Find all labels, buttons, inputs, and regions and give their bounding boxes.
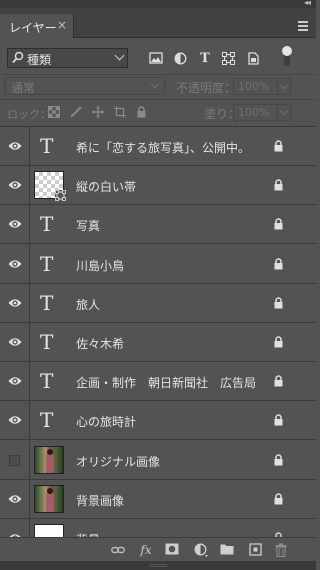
text-layer-icon: T bbox=[40, 291, 54, 315]
lock-label: ロック： bbox=[7, 108, 51, 121]
layer-name[interactable]: 旅人 bbox=[76, 296, 100, 313]
blend-mode-value: 通常 bbox=[11, 81, 36, 95]
lock-icon[interactable] bbox=[273, 258, 284, 270]
fill-value: 100% bbox=[238, 106, 270, 119]
layer-name[interactable]: オリジナル画像 bbox=[76, 453, 160, 470]
lock-icon[interactable] bbox=[273, 297, 284, 309]
layer-row[interactable]: オリジナル画像 bbox=[0, 441, 316, 480]
chevron-down-icon bbox=[114, 50, 125, 61]
new-group-icon[interactable] bbox=[220, 543, 234, 557]
lock-icon[interactable] bbox=[273, 179, 284, 191]
layer-row[interactable]: T 川島小鳥 bbox=[0, 245, 316, 284]
text-layer-icon: T bbox=[40, 252, 54, 276]
lock-artboard-icon[interactable] bbox=[114, 106, 126, 118]
fx-icon[interactable]: fx bbox=[139, 543, 153, 557]
eye-icon[interactable] bbox=[0, 205, 30, 243]
layer-row[interactable]: 縦の白い帯 bbox=[0, 166, 316, 205]
visibility-toggle[interactable] bbox=[0, 441, 30, 479]
collapse-panels-icon[interactable]: ◂◂ bbox=[304, 0, 311, 7]
search-icon bbox=[12, 51, 24, 67]
eye-icon[interactable] bbox=[0, 245, 30, 283]
lock-icon[interactable] bbox=[273, 414, 284, 426]
opacity-field[interactable]: 100% bbox=[233, 78, 291, 95]
filter-kind-value: 種類 bbox=[27, 53, 52, 67]
layers-list: T 希に「恋する旅写真」、公開中。 縦の白い帯 T 写真 T 川島小鳥 T 旅人 T 佐々木希 T 企画… bbox=[0, 126, 316, 558]
filter-toggle-switch[interactable] bbox=[282, 46, 292, 68]
opacity-label: 不透明度： bbox=[176, 81, 237, 95]
lock-icon[interactable] bbox=[273, 493, 284, 505]
visibility-off-box bbox=[9, 455, 20, 466]
tab-layers[interactable]: レイヤー × bbox=[0, 14, 74, 38]
text-layer-icon: T bbox=[40, 212, 54, 236]
lock-position-icon[interactable] bbox=[92, 106, 104, 118]
panel-menu-icon[interactable] bbox=[298, 21, 308, 33]
shape-layer-icon bbox=[55, 190, 66, 201]
adjustment-filter-icon[interactable] bbox=[174, 52, 188, 65]
new-layer-icon[interactable] bbox=[248, 543, 262, 557]
text-layer-icon: T bbox=[40, 369, 54, 393]
shape-filter-icon[interactable] bbox=[222, 52, 236, 65]
eye-icon[interactable] bbox=[0, 362, 30, 400]
text-layer-icon: T bbox=[40, 408, 54, 432]
layer-name[interactable]: 川島小鳥 bbox=[76, 257, 124, 274]
lock-icon[interactable] bbox=[273, 140, 284, 152]
layer-thumbnail bbox=[34, 485, 64, 513]
text-layer-icon: T bbox=[40, 134, 54, 158]
layer-name[interactable]: 佐々木希 bbox=[76, 335, 124, 352]
lock-icon[interactable] bbox=[273, 336, 284, 348]
eye-icon[interactable] bbox=[0, 284, 30, 322]
type-filter-icon[interactable]: T bbox=[198, 52, 212, 65]
chevron-down-icon[interactable] bbox=[277, 79, 290, 94]
lock-all-icon[interactable] bbox=[136, 106, 148, 118]
text-layer-icon: T bbox=[40, 330, 54, 354]
lock-transparent-pixels-icon[interactable] bbox=[48, 106, 60, 118]
layer-row[interactable]: T 旅人 bbox=[0, 284, 316, 323]
layer-row[interactable]: T 企画・制作 朝日新聞社 広告局 bbox=[0, 362, 316, 401]
lock-icon[interactable] bbox=[273, 218, 284, 230]
layer-row[interactable]: T 心の旅時計 bbox=[0, 401, 316, 440]
adjustment-layer-icon[interactable] bbox=[194, 543, 208, 557]
filter-kind-select[interactable]: 種類 bbox=[7, 48, 128, 68]
layer-row[interactable]: T 佐々木希 bbox=[0, 323, 316, 362]
layer-row[interactable]: 背景画像 bbox=[0, 480, 316, 519]
link-layers-icon[interactable] bbox=[111, 543, 125, 557]
layer-filter-row: 種類 T bbox=[0, 38, 316, 74]
add-mask-icon[interactable] bbox=[165, 543, 179, 557]
toggle-knob bbox=[282, 46, 292, 56]
layer-name[interactable]: 心の旅時計 bbox=[76, 413, 136, 430]
layer-name[interactable]: 希に「恋する旅写真」、公開中。 bbox=[76, 139, 250, 156]
resize-grip[interactable] bbox=[149, 564, 167, 567]
smart-object-filter-icon[interactable] bbox=[247, 52, 261, 65]
layer-row[interactable]: T 写真 bbox=[0, 205, 316, 244]
eye-icon[interactable] bbox=[0, 401, 30, 439]
lock-row: ロック： 塗り： 100% bbox=[0, 100, 316, 126]
chevron-down-icon[interactable] bbox=[277, 105, 290, 120]
tab-close-icon[interactable]: × bbox=[57, 18, 67, 32]
opacity-value: 100% bbox=[238, 80, 270, 93]
panel-bottom-strip bbox=[0, 561, 316, 570]
delete-layer-icon[interactable] bbox=[274, 543, 288, 558]
layer-name[interactable]: 縦の白い帯 bbox=[76, 178, 136, 195]
fill-field[interactable]: 100% bbox=[233, 104, 291, 121]
lock-image-pixels-icon[interactable] bbox=[70, 106, 82, 118]
eye-icon[interactable] bbox=[0, 127, 30, 165]
layers-footer-toolbar: fx bbox=[0, 537, 316, 561]
layer-name[interactable]: 背景画像 bbox=[76, 492, 124, 509]
lock-icon[interactable] bbox=[273, 454, 284, 466]
blend-mode-select[interactable]: 通常 bbox=[4, 77, 165, 95]
layer-name[interactable]: 写真 bbox=[76, 217, 100, 234]
blend-row: 通常 不透明度： 100% bbox=[0, 75, 316, 99]
panel-top-strip: ◂◂ bbox=[0, 0, 316, 8]
layer-thumbnail bbox=[34, 446, 64, 474]
image-filter-icon[interactable] bbox=[149, 52, 163, 65]
layer-name[interactable]: 企画・制作 朝日新聞社 広告局 bbox=[76, 374, 256, 391]
chevron-down-icon bbox=[150, 79, 160, 89]
lock-icon[interactable] bbox=[273, 375, 284, 387]
eye-icon[interactable] bbox=[0, 166, 30, 204]
tab-layers-label: レイヤー bbox=[9, 21, 57, 35]
panel-tab-bar: レイヤー × bbox=[0, 8, 316, 38]
layer-row[interactable]: T 希に「恋する旅写真」、公開中。 bbox=[0, 127, 316, 166]
eye-icon[interactable] bbox=[0, 323, 30, 361]
eye-icon[interactable] bbox=[0, 480, 30, 518]
